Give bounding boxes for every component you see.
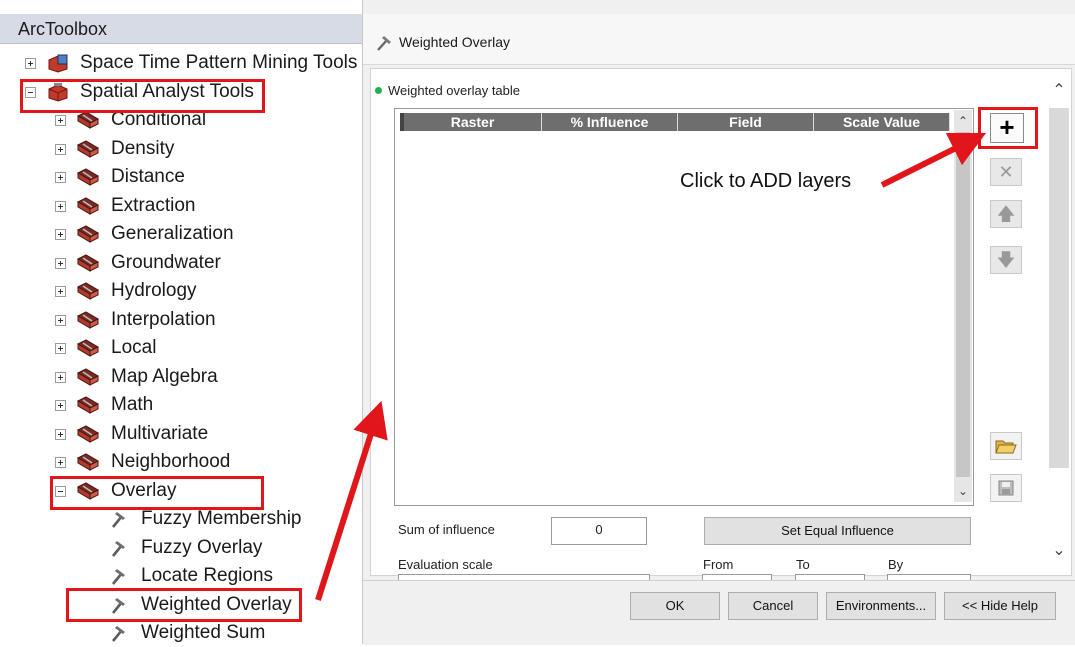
arrow-to-add-button bbox=[880, 132, 987, 188]
arrow-to-dialog bbox=[315, 400, 388, 601]
annotation-arrows bbox=[315, 132, 987, 601]
